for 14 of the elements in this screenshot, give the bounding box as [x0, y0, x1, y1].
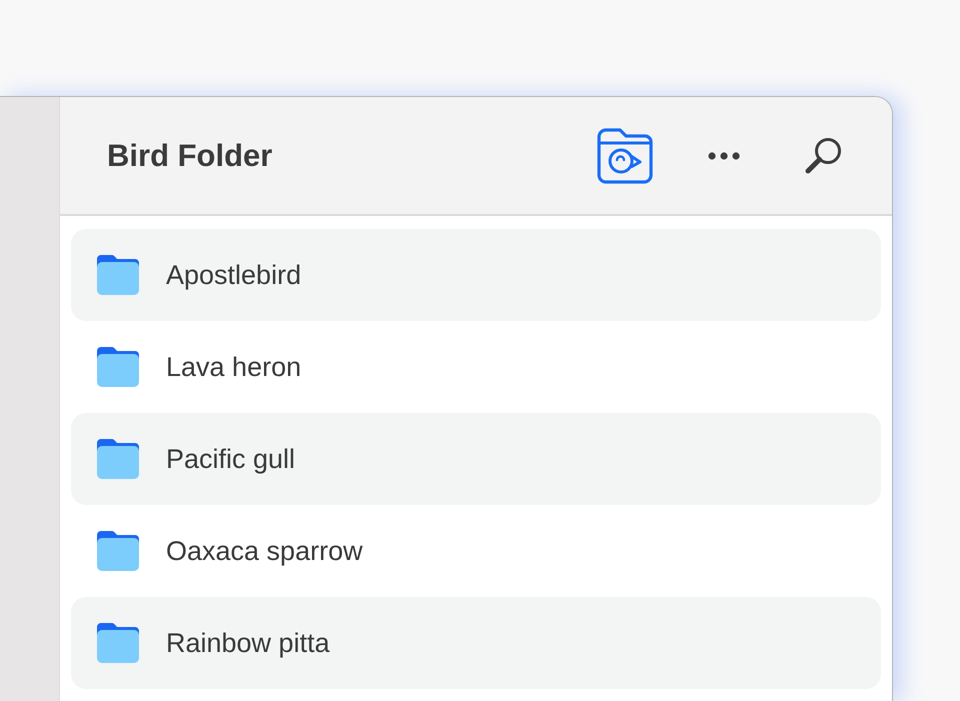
- folder-icon: [97, 255, 139, 295]
- folder-list-item[interactable]: Lava heron: [71, 321, 881, 413]
- folder-icon: [97, 531, 139, 571]
- folder-list-item[interactable]: Rainbow pitta: [71, 597, 881, 689]
- folder-icon: [97, 439, 139, 479]
- folder-list-item[interactable]: Pacific gull: [71, 413, 881, 505]
- window-title: Bird Folder: [107, 138, 272, 174]
- folder-icon: [97, 623, 139, 663]
- folder-icon: [97, 347, 139, 387]
- folder-list-item[interactable]: Oaxaca sparrow: [71, 505, 881, 597]
- bird-folder-icon[interactable]: [597, 128, 653, 184]
- folder-list-item[interactable]: Apostlebird: [71, 229, 881, 321]
- search-icon[interactable]: [804, 136, 842, 174]
- more-icon[interactable]: [708, 152, 740, 160]
